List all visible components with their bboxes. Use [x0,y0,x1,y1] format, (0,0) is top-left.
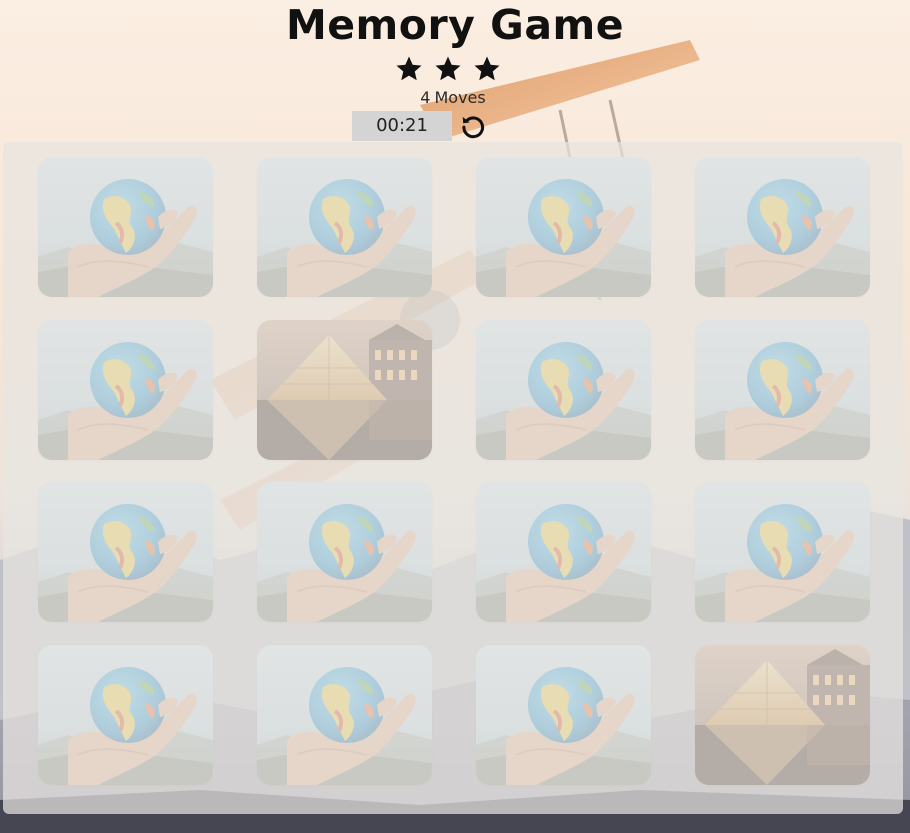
card-deck [3,142,903,814]
moves-counter: 4 Moves [380,88,530,108]
moves-label: Moves [434,88,486,107]
game-header: Memory Game 4 Moves 00:21 [0,0,910,141]
star-icon [474,56,500,81]
moves-count: 4 [420,88,431,107]
star-rating [394,54,502,86]
game-title: Memory Game [285,1,625,49]
star-icon [435,56,461,81]
timer-display: 00:21 [352,111,452,141]
star-icon [396,56,422,81]
restart-icon[interactable] [459,112,487,140]
